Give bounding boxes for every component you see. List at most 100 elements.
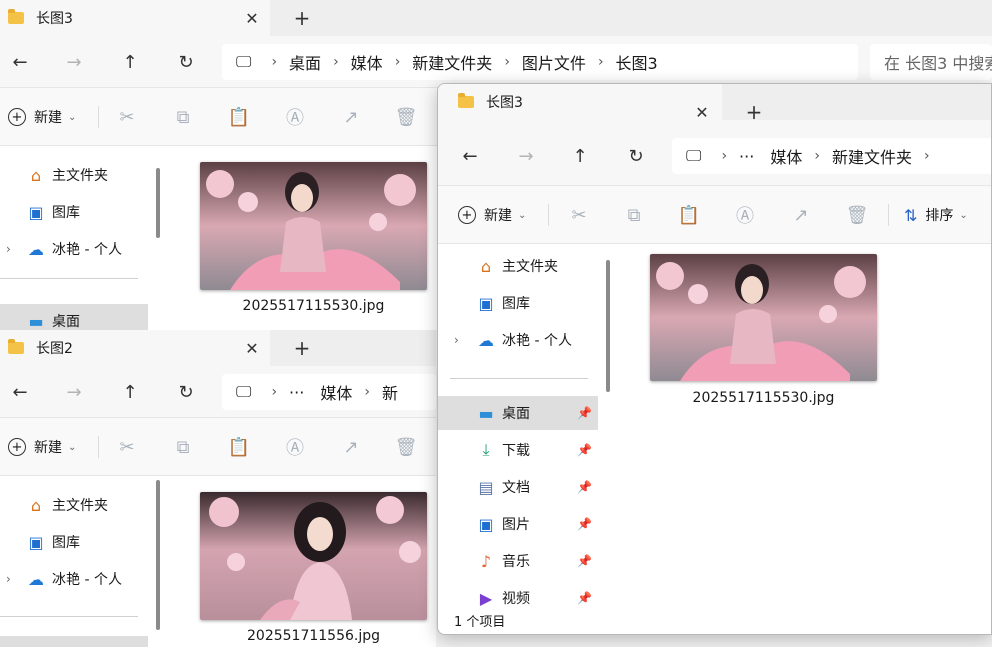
file-name[interactable]: 2025517115530.jpg (650, 390, 877, 406)
image-thumbnail[interactable] (200, 162, 427, 290)
sidebar-scrollbar[interactable] (156, 168, 160, 238)
sidebar-item-pictures[interactable]: ▣ 图片 📌 (438, 507, 598, 541)
pin-icon[interactable]: 📌 (577, 443, 592, 457)
tab-title: 长图3 (486, 95, 523, 111)
up-button[interactable]: ↑ (564, 140, 596, 172)
delete-icon[interactable]: 🗑 (844, 202, 870, 228)
cut-icon[interactable]: ✂ (566, 202, 592, 228)
pin-icon[interactable]: 📌 (577, 591, 592, 605)
forward-button[interactable]: → (58, 376, 90, 408)
cloud-icon: ☁ (28, 569, 44, 589)
rename-icon[interactable]: Ⓐ (282, 104, 308, 130)
sidebar-item-gallery[interactable]: ▣ 图库 (0, 525, 148, 559)
refresh-button[interactable]: ↻ (170, 376, 202, 408)
cut-icon[interactable]: ✂ (114, 104, 140, 130)
breadcrumb-separator: › (394, 54, 401, 70)
search-input[interactable]: 在 长图3 中搜索 (870, 44, 992, 80)
sort-button[interactable]: ⇅ 排序 ⌄ (904, 200, 968, 230)
close-tab-button[interactable]: ✕ (234, 0, 270, 36)
breadcrumb-item[interactable]: 媒体 (320, 380, 352, 404)
delete-icon[interactable]: 🗑 (393, 104, 419, 130)
paste-icon[interactable]: 📋 (676, 202, 702, 228)
breadcrumb-item[interactable]: 新建文件夹 (832, 144, 912, 168)
back-button[interactable]: ← (4, 376, 36, 408)
sidebar-item-home[interactable]: ⌂ 主文件夹 (438, 249, 598, 283)
paste-icon[interactable]: 📋 (226, 434, 252, 460)
refresh-button[interactable]: ↻ (620, 140, 652, 172)
tab-changtu3[interactable]: 长图3 (0, 0, 270, 36)
forward-button[interactable]: → (510, 140, 542, 172)
sidebar-scrollbar[interactable] (156, 480, 160, 630)
chevron-right-icon[interactable]: › (454, 333, 459, 347)
copy-icon[interactable]: ⧉ (170, 434, 196, 460)
sidebar-scrollbar[interactable] (606, 260, 610, 392)
back-button[interactable]: ← (454, 140, 486, 172)
new-tab-button[interactable]: + (284, 0, 320, 36)
delete-icon[interactable]: 🗑 (393, 434, 419, 460)
sidebar-item-onedrive[interactable]: › ☁ 冰艳 - 个人 (0, 562, 148, 596)
tab-changtu3[interactable]: 长图3 (438, 84, 722, 120)
chevron-right-icon[interactable]: › (6, 572, 11, 586)
sidebar-item-onedrive[interactable]: › ☁ 冰艳 - 个人 (438, 323, 598, 357)
sidebar-item-music[interactable]: ♪ 音乐 📌 (438, 544, 598, 578)
breadcrumb-item[interactable]: 媒体 (351, 50, 383, 74)
sidebar-item-onedrive[interactable]: › ☁ 冰艳 - 个人 (0, 232, 148, 266)
pin-icon[interactable]: 📌 (577, 554, 592, 568)
sidebar-divider (0, 278, 138, 279)
chevron-down-icon: ⌄ (959, 209, 968, 221)
paste-icon[interactable]: 📋 (226, 104, 252, 130)
breadcrumb[interactable]: 🖵 › ··· 媒体 › 新建文件夹 › (672, 138, 991, 174)
pin-icon[interactable]: 📌 (577, 480, 592, 494)
folder-icon (458, 93, 474, 108)
copy-icon[interactable]: ⧉ (170, 104, 196, 130)
copy-icon[interactable]: ⧉ (621, 202, 647, 228)
breadcrumb-item[interactable]: 媒体 (770, 144, 802, 168)
breadcrumb-item[interactable]: 新 (382, 380, 398, 404)
forward-button[interactable]: → (58, 46, 90, 78)
image-thumbnail[interactable] (200, 492, 427, 620)
new-button[interactable]: + 新建 ⌄ (458, 198, 526, 232)
share-icon[interactable]: ↗ (338, 434, 364, 460)
breadcrumb-item[interactable]: 长图3 (616, 50, 658, 74)
breadcrumb-separator: › (271, 384, 278, 400)
new-tab-button[interactable]: + (284, 330, 320, 366)
breadcrumb-more-button[interactable]: ··· (289, 383, 304, 402)
music-icon: ♪ (480, 551, 492, 571)
sidebar-item-desktop[interactable]: ▬ 桌面 (0, 304, 148, 330)
sidebar-item-gallery[interactable]: ▣ 图库 (0, 195, 148, 229)
pin-icon[interactable]: 📌 (577, 517, 592, 531)
up-button[interactable]: ↑ (114, 376, 146, 408)
breadcrumb-item[interactable]: 桌面 (289, 50, 321, 74)
refresh-button[interactable]: ↻ (170, 46, 202, 78)
chevron-right-icon[interactable]: › (6, 242, 11, 256)
breadcrumb-separator: › (364, 384, 370, 400)
file-name[interactable]: 2025517115530.jpg (200, 298, 427, 314)
new-button[interactable]: + 新建 ⌄ (8, 430, 76, 464)
cut-icon[interactable]: ✂ (114, 434, 140, 460)
breadcrumb[interactable]: 🖵 › 桌面 › 媒体 › 新建文件夹 › 图片文件 › 长图3 (222, 44, 858, 80)
sidebar-item-gallery[interactable]: ▣ 图库 (438, 286, 598, 320)
breadcrumb[interactable]: 🖵 › ··· 媒体 › 新 (222, 374, 436, 410)
up-button[interactable]: ↑ (114, 46, 146, 78)
rename-icon[interactable]: Ⓐ (282, 434, 308, 460)
close-tab-button[interactable]: ✕ (234, 330, 270, 366)
sidebar-item-downloads[interactable]: ⤓ 下载 📌 (438, 433, 598, 467)
sidebar-item-documents[interactable]: ▤ 文档 📌 (438, 470, 598, 504)
breadcrumb-item[interactable]: 新建文件夹 (412, 50, 492, 74)
image-thumbnail[interactable] (650, 254, 877, 381)
portrait-image (200, 492, 427, 620)
file-name[interactable]: 202551711556.jpg (200, 628, 427, 644)
back-button[interactable]: ← (4, 46, 36, 78)
pin-icon[interactable]: 📌 (577, 406, 592, 420)
breadcrumb-item[interactable]: 图片文件 (522, 50, 586, 74)
share-icon[interactable]: ↗ (338, 104, 364, 130)
new-button[interactable]: + 新建 ⌄ (8, 100, 76, 134)
share-icon[interactable]: ↗ (788, 202, 814, 228)
sidebar-item-desktop[interactable]: ▬ 桌面 📌 (438, 396, 598, 430)
rename-icon[interactable]: Ⓐ (732, 202, 758, 228)
sidebar-item-home[interactable]: ⌂ 主文件夹 (0, 488, 148, 522)
sidebar-item-home[interactable]: ⌂ 主文件夹 (0, 158, 148, 192)
tab-changtu2[interactable]: 长图2 (0, 330, 270, 366)
breadcrumb-more-button[interactable]: ··· (739, 147, 754, 166)
sidebar-item-desktop[interactable] (0, 636, 148, 647)
